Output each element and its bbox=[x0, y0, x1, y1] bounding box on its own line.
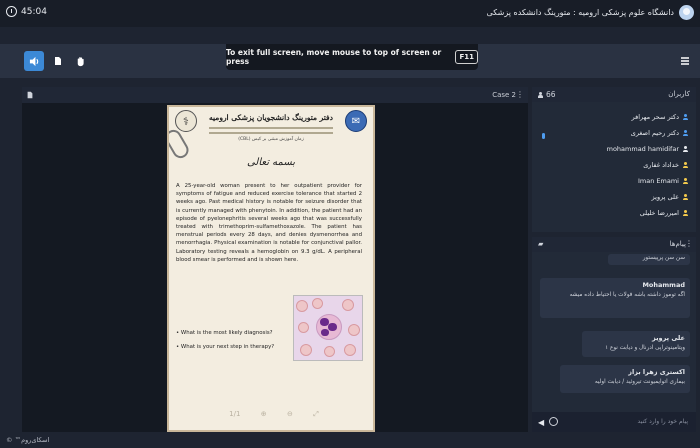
user-icon bbox=[683, 162, 688, 168]
kebab-menu-icon[interactable]: ⋮ bbox=[516, 90, 524, 99]
divider bbox=[209, 132, 333, 134]
emoji-icon[interactable] bbox=[549, 417, 558, 426]
fullscreen-notice: To exit full screen, move mouse to top o… bbox=[226, 48, 442, 66]
user-name: خداداد غفاری bbox=[643, 161, 679, 169]
chat-input-bar: ◀ پیام خود را وارد کنید bbox=[532, 412, 696, 432]
audio-button[interactable] bbox=[24, 51, 44, 71]
mic-icon bbox=[542, 133, 545, 139]
fit-page-icon[interactable]: ⤢ bbox=[313, 410, 319, 419]
user-list-item[interactable]: دکتر سحر مهرافر bbox=[632, 113, 688, 121]
case-description: A 25-year-old woman present to her outpa… bbox=[176, 183, 362, 263]
user-list-item[interactable]: Iman Emami bbox=[638, 177, 688, 185]
users-header: 66 کاربران bbox=[532, 87, 696, 102]
user-icon bbox=[683, 130, 688, 136]
document-subtitle: زمان آموزش مبتنی بر کیس (CBL) bbox=[238, 137, 304, 142]
zoom-out-icon[interactable]: ⊖ bbox=[287, 410, 293, 418]
f11-key: F11 bbox=[455, 50, 478, 64]
case-label: Case 2 bbox=[492, 91, 516, 99]
fullscreen-banner: To exit full screen, move mouse to top o… bbox=[226, 44, 478, 70]
user-name: mohammad hamidifar bbox=[606, 145, 679, 153]
university-logo: ⚕ bbox=[175, 110, 197, 132]
speaker-icon bbox=[29, 56, 38, 66]
footer-brand: اسکای‌روم™ © bbox=[6, 436, 50, 444]
top-bar: 45:04 دانشگاه علوم پزشکی ارومیه : متورین… bbox=[0, 0, 700, 27]
user-list-item[interactable]: امیررضا خلیلی bbox=[640, 209, 688, 217]
file-icon bbox=[27, 91, 33, 99]
chat-input[interactable]: پیام خود را وارد کنید bbox=[638, 418, 688, 425]
user-list-item[interactable]: دکتر رحیم اصغری bbox=[631, 129, 688, 137]
chat-panel: ▰ پیام‌ها ⋮ سن سن پرپیستور Mohammad اگه … bbox=[532, 237, 696, 432]
question-item: • What is your next step in therapy? bbox=[176, 344, 275, 350]
chat-message: Mohammad اگه توموز داشته باشه فولات یا ا… bbox=[540, 278, 690, 318]
hand-icon bbox=[77, 56, 84, 66]
presentation-header: Case 2 ⋮ bbox=[22, 87, 528, 103]
user-name: دکتر سحر مهرافر bbox=[631, 113, 679, 121]
users-panel: 66 کاربران دکتر سحر مهرافر دکتر رحیم اصغر… bbox=[532, 87, 696, 232]
app-title: دانشگاه علوم پزشکی ارومیه : متورینگ دانش… bbox=[486, 8, 674, 17]
message-body: بیماری اتوایمیونت تیروئید / دیابت اولیه bbox=[594, 379, 685, 385]
users-title: کاربران bbox=[668, 90, 690, 98]
share-screen-button[interactable] bbox=[48, 51, 68, 71]
user-icon bbox=[683, 194, 688, 200]
case-document: ⚕ دفتر متورینگ دانشجویان پزشکی ارومیه زم… bbox=[167, 105, 375, 432]
chat-header: ▰ پیام‌ها ⋮ bbox=[532, 237, 696, 252]
user-icon bbox=[683, 146, 688, 152]
user-icon bbox=[683, 210, 688, 216]
document-icon bbox=[55, 57, 61, 65]
mentoring-logo: ✉ bbox=[345, 110, 367, 132]
message-body: اگه توموز داشته باشه فولات یا احتیاط داد… bbox=[569, 292, 685, 298]
clock-icon bbox=[6, 6, 17, 17]
chat-message: علی پرویز ویتامینو‌تراپی ادرنال و دیابت … bbox=[582, 331, 690, 357]
message-body: ویتامینو‌تراپی ادرنال و دیابت نوع ۱ bbox=[605, 345, 685, 351]
user-list-item[interactable]: mohammad hamidifar bbox=[607, 145, 688, 153]
blood-smear-image bbox=[293, 295, 363, 361]
user-icon bbox=[683, 114, 688, 120]
message-body: سن سن پرپیستور bbox=[642, 255, 685, 261]
raise-hand-button[interactable] bbox=[70, 51, 90, 71]
user-name: دکتر رحیم اصغری bbox=[630, 129, 679, 137]
users-count-value: 66 bbox=[546, 90, 556, 99]
chat-message: سن سن پرپیستور bbox=[608, 254, 690, 265]
message-sender: علی پرویز bbox=[652, 334, 685, 342]
message-sender: Mohammad bbox=[642, 281, 685, 289]
user-list-item[interactable]: علی پرویز bbox=[652, 193, 688, 201]
document-controls: 1/1 ⊕ ⊖ ⤢ bbox=[219, 406, 329, 422]
document-header: ⚕ دفتر متورینگ دانشجویان پزشکی ارومیه زم… bbox=[169, 107, 373, 151]
users-count: 66 bbox=[538, 90, 556, 99]
user-name: امیررضا خلیلی bbox=[639, 209, 679, 217]
session-timer: 45:04 bbox=[6, 6, 47, 17]
page-indicator: 1/1 bbox=[229, 410, 241, 418]
chat-message: اکستری زهرا بزاز بیماری اتوایمیونت تیروئ… bbox=[560, 365, 690, 393]
chat-menu-icon[interactable]: ⋮ bbox=[685, 239, 693, 248]
case-questions: • What is the most likely diagnosis? • W… bbox=[176, 329, 286, 357]
hamburger-icon bbox=[681, 57, 689, 65]
message-sender: اکستری زهرا بزاز bbox=[628, 368, 685, 376]
user-name: علی پرویز bbox=[651, 193, 679, 201]
chat-icon: ▰ bbox=[538, 240, 544, 248]
chat-title: پیام‌ها bbox=[669, 240, 686, 248]
user-avatar[interactable] bbox=[679, 5, 694, 20]
user-name: Iman Emami bbox=[638, 177, 679, 185]
zoom-in-icon[interactable]: ⊕ bbox=[261, 410, 267, 418]
document-title: دفتر متورینگ دانشجویان پزشکی ارومیه bbox=[209, 113, 333, 122]
question-item: • What is the most likely diagnosis? bbox=[176, 330, 273, 336]
send-icon[interactable]: ◀ bbox=[538, 418, 544, 427]
user-list-item[interactable]: خداداد غفاری bbox=[643, 161, 688, 169]
menu-button[interactable] bbox=[675, 51, 695, 71]
timer-value: 45:04 bbox=[21, 6, 47, 17]
user-icon bbox=[683, 178, 688, 184]
bismillah-heading: بسمه تعالی bbox=[246, 157, 296, 168]
divider bbox=[209, 127, 333, 129]
users-icon bbox=[538, 91, 543, 98]
